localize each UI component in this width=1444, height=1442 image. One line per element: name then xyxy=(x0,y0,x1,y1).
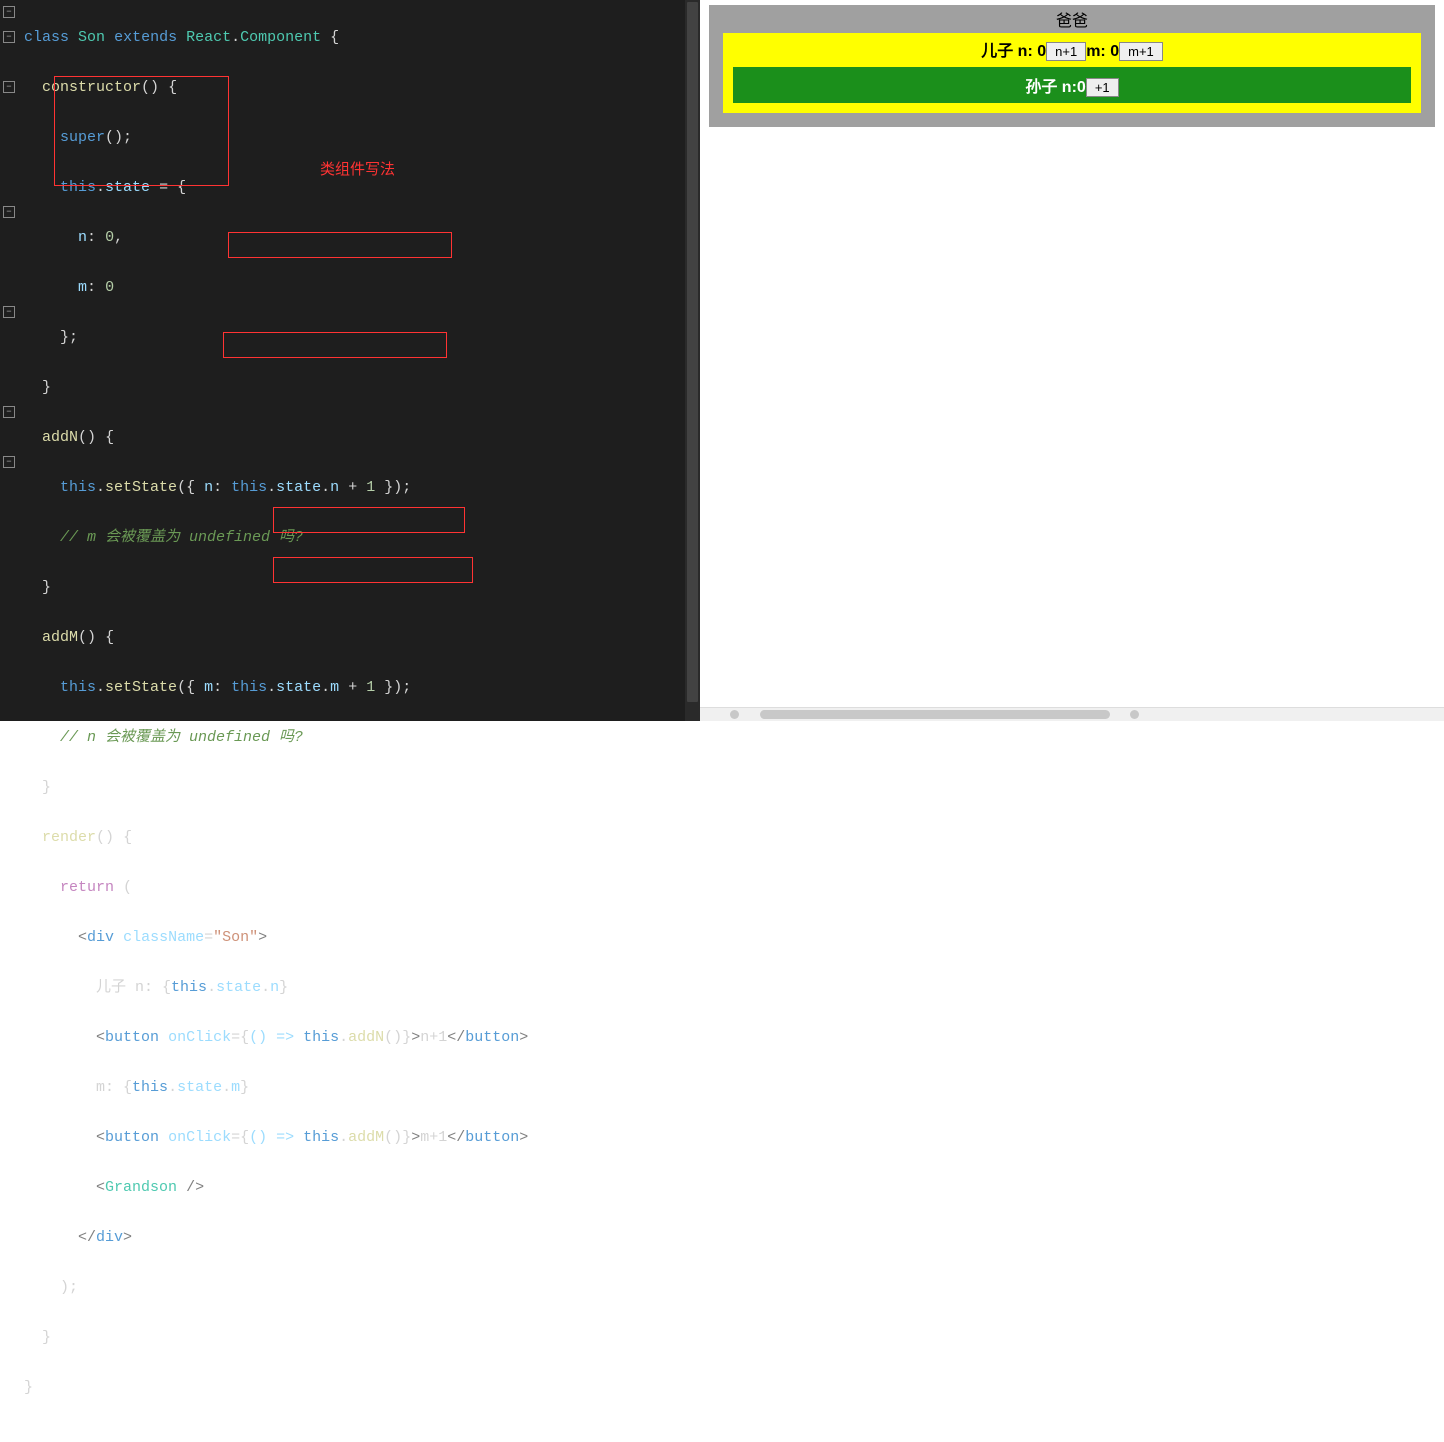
dad-component: 爸爸 儿子 n: 0n+1m: 0m+1 孙子 n:0+1 xyxy=(709,5,1435,127)
son-n-value: 0 xyxy=(1037,43,1046,60)
editor-scrollbar[interactable] xyxy=(685,0,700,721)
preview-panel: 爸爸 儿子 n: 0n+1m: 0m+1 孙子 n:0+1 xyxy=(700,0,1444,721)
dad-label: 爸爸 xyxy=(709,5,1435,33)
btn-n-plus[interactable]: n+1 xyxy=(1046,42,1086,61)
son-m-label: m: xyxy=(1086,43,1110,60)
fold-icon[interactable]: − xyxy=(3,81,15,93)
code-editor-panel: − − − − − − − class Son extends React.Co… xyxy=(0,0,700,721)
btn-m-plus[interactable]: m+1 xyxy=(1119,42,1163,61)
scrollbar-dot xyxy=(730,710,739,719)
scrollbar-thumb[interactable] xyxy=(760,710,1110,719)
fold-icon[interactable]: − xyxy=(3,206,15,218)
fold-icon[interactable]: − xyxy=(3,456,15,468)
preview-scrollbar[interactable] xyxy=(700,707,1444,721)
scrollbar-thumb[interactable] xyxy=(687,2,698,702)
grandson-value: 0 xyxy=(1077,79,1086,96)
fold-icon[interactable]: − xyxy=(3,31,15,43)
son-component: 儿子 n: 0n+1m: 0m+1 孙子 n:0+1 xyxy=(723,33,1421,113)
son-line: 儿子 n: 0n+1m: 0m+1 xyxy=(733,37,1411,65)
scrollbar-dot xyxy=(1130,710,1139,719)
btn-grandson-plus[interactable]: +1 xyxy=(1086,78,1119,97)
fold-icon[interactable]: − xyxy=(3,306,15,318)
annotation-label: 类组件写法 xyxy=(320,158,395,179)
grandson-label: 孙子 n: xyxy=(1025,79,1077,96)
son-m-value: 0 xyxy=(1110,43,1119,60)
grandson-component: 孙子 n:0+1 xyxy=(733,67,1411,103)
fold-icon[interactable]: − xyxy=(3,406,15,418)
son-n-label: 儿子 n: xyxy=(981,43,1037,60)
fold-icon[interactable]: − xyxy=(3,6,15,18)
code-content[interactable]: class Son extends React.Component { cons… xyxy=(24,0,528,1442)
editor-gutter: − − − − − − − xyxy=(0,0,22,721)
